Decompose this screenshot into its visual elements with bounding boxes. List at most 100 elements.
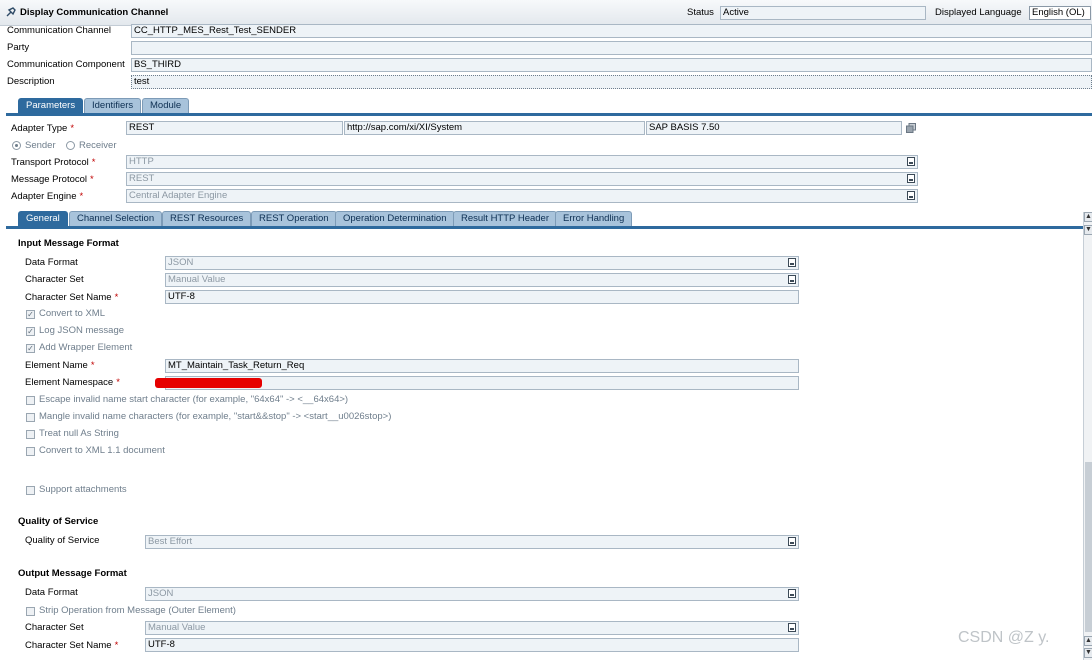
input-charset-select[interactable]: Manual Value: [165, 273, 799, 287]
description-label: Description: [7, 76, 55, 87]
dropdown-icon: [788, 623, 796, 632]
displayed-language-value: English (OL): [1032, 7, 1085, 18]
tab-error-handling[interactable]: Error Handling: [555, 211, 633, 226]
comm-component-field: BS_THIRD: [131, 58, 1092, 72]
receiver-radio[interactable]: [66, 141, 75, 150]
displayed-language-select[interactable]: English (OL): [1029, 6, 1091, 20]
output-data-format-value: JSON: [148, 588, 174, 599]
tab-general[interactable]: General: [18, 211, 68, 226]
qos-value: Best Effort: [148, 536, 193, 547]
strip-operation-checkbox[interactable]: [26, 607, 35, 616]
output-charset-select[interactable]: Manual Value: [145, 621, 799, 635]
log-json-label: Log JSON message: [39, 325, 125, 336]
convert-xml11-label: Convert to XML 1.1 document: [39, 445, 165, 456]
scroll-end-icon[interactable]: ▼: [1084, 648, 1092, 658]
adapter-type-field: REST: [126, 121, 343, 135]
transport-protocol-select[interactable]: HTTP: [126, 155, 918, 169]
tab-parameters[interactable]: Parameters: [18, 98, 84, 113]
output-charset-name-label: Character Set Name *: [25, 640, 119, 651]
receiver-label: Receiver: [79, 140, 117, 151]
tab-identifiers[interactable]: Identifiers: [84, 98, 142, 113]
input-charset-label: Character Set: [25, 274, 84, 285]
qos-select[interactable]: Best Effort: [145, 535, 799, 549]
log-json-checkbox[interactable]: ✓: [26, 327, 35, 336]
sender-label: Sender: [25, 140, 56, 151]
element-namespace-label: Element Namespace *: [25, 377, 120, 388]
message-protocol-select[interactable]: REST: [126, 172, 918, 186]
input-charset-value: Manual Value: [168, 274, 226, 285]
description-field: test: [131, 75, 1092, 89]
input-charset-name-label: Character Set Name *: [25, 292, 119, 303]
escape-invalid-checkbox[interactable]: [26, 396, 35, 405]
tab-operation-determination[interactable]: Operation Determination: [335, 211, 455, 226]
redaction-mark: [155, 378, 262, 388]
status-label: Status: [687, 7, 714, 18]
party-field: [131, 41, 1092, 55]
escape-invalid-label: Escape invalid name start character (for…: [39, 394, 349, 405]
tab-rest-resources[interactable]: REST Resources: [162, 211, 252, 226]
add-wrapper-label: Add Wrapper Element: [39, 342, 133, 353]
output-charset-name-field: UTF-8: [145, 638, 799, 652]
window-title: Display Communication Channel: [20, 7, 169, 18]
displayed-language-label: Displayed Language: [935, 7, 1022, 18]
transport-protocol-value: HTTP: [129, 156, 154, 167]
element-name-field: MT_Maintain_Task_Return_Req: [165, 359, 799, 373]
qos-section-title: Quality of Service: [18, 516, 99, 527]
dropdown-icon: [788, 537, 796, 546]
dropdown-icon: [907, 174, 915, 183]
output-data-format-label: Data Format: [25, 587, 78, 598]
output-section-title: Output Message Format: [18, 568, 127, 579]
adapter-engine-label: Adapter Engine *: [11, 191, 84, 202]
convert-xml-label: Convert to XML: [39, 308, 105, 319]
output-charset-label: Character Set: [25, 622, 84, 633]
mangle-invalid-checkbox[interactable]: [26, 413, 35, 422]
transport-protocol-label: Transport Protocol *: [11, 157, 96, 168]
tab-channel-selection[interactable]: Channel Selection: [69, 211, 163, 226]
dropdown-icon: [907, 191, 915, 200]
vertical-scrollbar[interactable]: ▲ ▼ ▲ ▼: [1083, 212, 1092, 660]
comm-component-label: Communication Component: [7, 59, 125, 70]
comm-channel-label: Communication Channel: [7, 25, 112, 36]
input-section-title: Input Message Format: [18, 238, 119, 249]
tab-module[interactable]: Module: [142, 98, 190, 113]
message-protocol-value: REST: [129, 173, 155, 184]
dropdown-icon: [788, 258, 796, 267]
watermark: CSDN @Z y.: [958, 629, 1050, 646]
main-tab-underline: [6, 113, 1092, 116]
input-charset-name-field: UTF-8: [165, 290, 799, 304]
adapter-engine-value: Central Adapter Engine: [129, 190, 228, 201]
scroll-up-icon[interactable]: ▲: [1084, 212, 1092, 222]
input-data-format-value: JSON: [168, 257, 194, 268]
dropdown-icon: [788, 589, 796, 598]
dropdown-icon: [907, 157, 915, 166]
support-attachments-checkbox[interactable]: [26, 486, 35, 495]
output-charset-value: Manual Value: [148, 622, 206, 633]
adapter-swcv-field: SAP BASIS 7.50: [646, 121, 902, 135]
tab-rest-operation[interactable]: REST Operation: [251, 211, 337, 226]
sender-radio[interactable]: [12, 141, 21, 150]
convert-xml11-checkbox[interactable]: [26, 447, 35, 456]
tab-result-http-header[interactable]: Result HTTP Header: [453, 211, 557, 226]
copy-icon[interactable]: [906, 123, 916, 133]
treat-null-label: Treat null As String: [39, 428, 119, 439]
treat-null-checkbox[interactable]: [26, 430, 35, 439]
dropdown-icon: [788, 275, 796, 284]
status-field: Active: [720, 6, 926, 20]
scroll-down-icon[interactable]: ▼: [1084, 225, 1092, 235]
strip-operation-label: Strip Operation from Message (Outer Elem…: [39, 605, 236, 616]
input-data-format-select[interactable]: JSON: [165, 256, 799, 270]
convert-xml-checkbox[interactable]: ✓: [26, 310, 35, 319]
output-data-format-select[interactable]: JSON: [145, 587, 799, 601]
channel-icon: [6, 7, 17, 18]
adapter-type-label: Adapter Type *: [11, 123, 75, 134]
party-label: Party: [7, 42, 30, 53]
sub-tab-underline: [6, 226, 1083, 229]
support-attachments-label: Support attachments: [39, 484, 127, 495]
add-wrapper-checkbox[interactable]: ✓: [26, 344, 35, 353]
adapter-engine-select[interactable]: Central Adapter Engine: [126, 189, 918, 203]
scroll-down-bottom-icon[interactable]: ▲: [1084, 636, 1092, 646]
scroll-thumb[interactable]: [1085, 462, 1092, 632]
adapter-namespace-field: http://sap.com/xi/XI/System: [344, 121, 645, 135]
mangle-invalid-label: Mangle invalid name characters (for exam…: [39, 411, 392, 422]
element-name-label: Element Name *: [25, 360, 95, 371]
